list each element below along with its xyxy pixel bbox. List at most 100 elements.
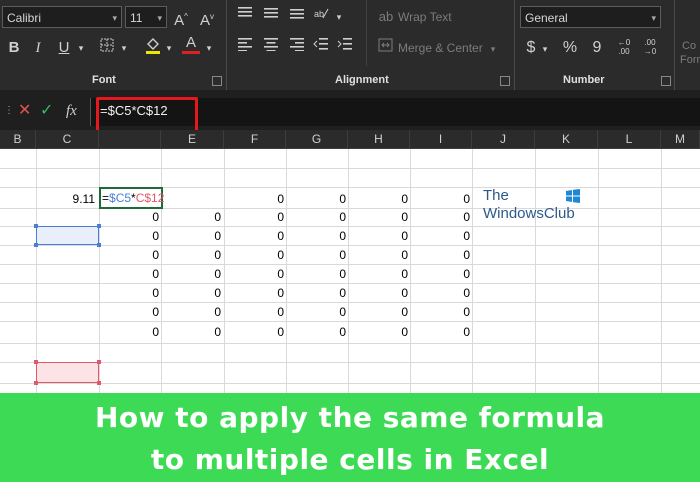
dialog-launcher-icon[interactable] (212, 76, 222, 86)
chevron-down-icon[interactable]: ▾ (164, 38, 174, 58)
align-bottom-icon[interactable] (286, 6, 308, 26)
chevron-down-icon[interactable]: ▾ (119, 38, 129, 58)
cell-i4[interactable]: 0 (410, 189, 470, 209)
grid-cell[interactable]: 0 (286, 226, 346, 246)
grid-cell[interactable]: 0 (161, 302, 221, 322)
grid-cell[interactable]: 0 (410, 302, 470, 322)
grid-cell[interactable]: 0 (348, 226, 408, 246)
grid-cell[interactable]: 0 (99, 245, 159, 265)
column-header-f[interactable]: F (224, 130, 286, 149)
align-right-icon[interactable] (286, 37, 308, 57)
grid-cell[interactable]: 0 (224, 226, 284, 246)
percent-icon[interactable]: % (560, 38, 580, 58)
grid-cell[interactable]: 0 (348, 322, 408, 342)
grid-cell[interactable]: 0 (161, 207, 221, 227)
grid-cell[interactable]: 0 (224, 283, 284, 303)
column-header-j[interactable]: J (472, 130, 535, 149)
grid-cell[interactable]: 0 (286, 283, 346, 303)
decrease-decimal-icon[interactable]: .00 →0 (640, 38, 660, 56)
grid-cell[interactable]: 0 (410, 283, 470, 303)
grid-cell[interactable]: 0 (348, 245, 408, 265)
grid-cell[interactable]: 0 (286, 322, 346, 342)
format-table-label[interactable]: Forr (680, 50, 700, 70)
column-header-e[interactable]: E (161, 130, 224, 149)
grid-cell[interactable]: 0 (224, 207, 284, 227)
increase-decimal-icon[interactable]: ←0.00 (614, 38, 634, 56)
grid-cell[interactable]: 0 (348, 264, 408, 284)
grid-cell[interactable]: 0 (286, 245, 346, 265)
column-header-l[interactable]: L (598, 130, 661, 149)
grid-cell[interactable]: 0 (286, 207, 346, 227)
merge-center-icon[interactable] (376, 38, 394, 58)
grid-cell[interactable]: 0 (410, 245, 470, 265)
column-header-i[interactable]: I (410, 130, 472, 149)
dialog-launcher-icon[interactable] (500, 76, 510, 86)
column-header-k[interactable]: K (535, 130, 598, 149)
cell-c4[interactable]: 9.11 (37, 189, 95, 209)
dialog-launcher-icon[interactable] (661, 76, 671, 86)
grid-cell[interactable]: 0 (348, 302, 408, 322)
merge-center-button[interactable]: Merge & Center (398, 38, 483, 58)
grid-cell[interactable]: 0 (224, 302, 284, 322)
grid-cell[interactable]: 0 (286, 264, 346, 284)
grid-cell[interactable]: 0 (224, 245, 284, 265)
grid-cell[interactable]: 0 (224, 322, 284, 342)
chevron-down-icon[interactable]: ▾ (204, 38, 214, 58)
currency-icon[interactable]: $ (524, 38, 538, 58)
grow-font-icon[interactable]: A^ (172, 7, 190, 31)
grid-cell[interactable]: 0 (410, 226, 470, 246)
italic-button[interactable]: I (30, 38, 46, 58)
column-header-m[interactable]: M (661, 130, 700, 149)
column-header-g[interactable]: G (286, 130, 348, 149)
wrap-text-icon[interactable]: ab (378, 7, 394, 27)
align-center-icon[interactable] (260, 37, 282, 57)
grid-cell[interactable]: 0 (99, 264, 159, 284)
cell-f4[interactable]: 0 (224, 189, 284, 209)
font-name-combo[interactable]: Calibri ▾ (2, 6, 122, 28)
check-icon[interactable]: ✓ (40, 101, 53, 121)
chevron-down-icon[interactable]: ▾ (488, 39, 498, 59)
grid-cell[interactable]: 0 (161, 322, 221, 342)
borders-icon[interactable] (98, 38, 116, 58)
align-top-icon[interactable] (234, 6, 256, 26)
align-left-icon[interactable] (234, 37, 256, 57)
font-size-combo[interactable]: 11 ▾ (125, 6, 167, 28)
grid-cell[interactable]: 0 (161, 226, 221, 246)
grid-cell[interactable]: 0 (286, 302, 346, 322)
bold-button[interactable]: B (6, 38, 22, 58)
column-header-c[interactable]: C (36, 130, 99, 149)
shrink-font-icon[interactable]: Av (198, 7, 216, 31)
grid-cell[interactable]: 0 (99, 283, 159, 303)
column-header-h[interactable]: H (348, 130, 410, 149)
grid-cell[interactable]: 0 (410, 207, 470, 227)
grid-cell[interactable]: 0 (161, 264, 221, 284)
column-header-d[interactable]: D (99, 130, 161, 149)
underline-button[interactable]: U (56, 38, 72, 58)
chevron-down-icon[interactable]: ▾ (540, 39, 550, 59)
grid-cell[interactable]: 0 (410, 322, 470, 342)
wrap-text-button[interactable]: Wrap Text (398, 7, 452, 27)
cell-g4[interactable]: 0 (286, 189, 346, 209)
cell-h4[interactable]: 0 (348, 189, 408, 209)
close-icon[interactable]: ✕ (18, 101, 31, 121)
fill-color-icon[interactable] (142, 36, 164, 60)
grid-cell[interactable]: 0 (348, 207, 408, 227)
chevron-down-icon[interactable]: ▾ (334, 7, 344, 27)
chevron-down-icon[interactable]: ▾ (76, 38, 86, 58)
grid-cell[interactable]: 0 (99, 322, 159, 342)
orientation-icon[interactable]: ab (310, 6, 332, 26)
grid-cell[interactable]: 0 (99, 207, 159, 227)
grid-cell[interactable]: 0 (99, 302, 159, 322)
increase-indent-icon[interactable] (334, 37, 356, 57)
align-middle-icon[interactable] (260, 6, 282, 26)
insert-function-icon[interactable]: fx (66, 101, 77, 121)
grid-cell[interactable]: 0 (410, 264, 470, 284)
grid-cell[interactable]: 0 (161, 245, 221, 265)
grid-cell[interactable]: 0 (161, 283, 221, 303)
grid-cell[interactable]: 0 (348, 283, 408, 303)
grid-cell[interactable]: 0 (99, 226, 159, 246)
column-header-b[interactable]: B (0, 130, 36, 149)
decrease-indent-icon[interactable] (310, 37, 332, 57)
number-format-combo[interactable]: General ▾ (520, 6, 661, 28)
grid-cell[interactable]: 0 (224, 264, 284, 284)
